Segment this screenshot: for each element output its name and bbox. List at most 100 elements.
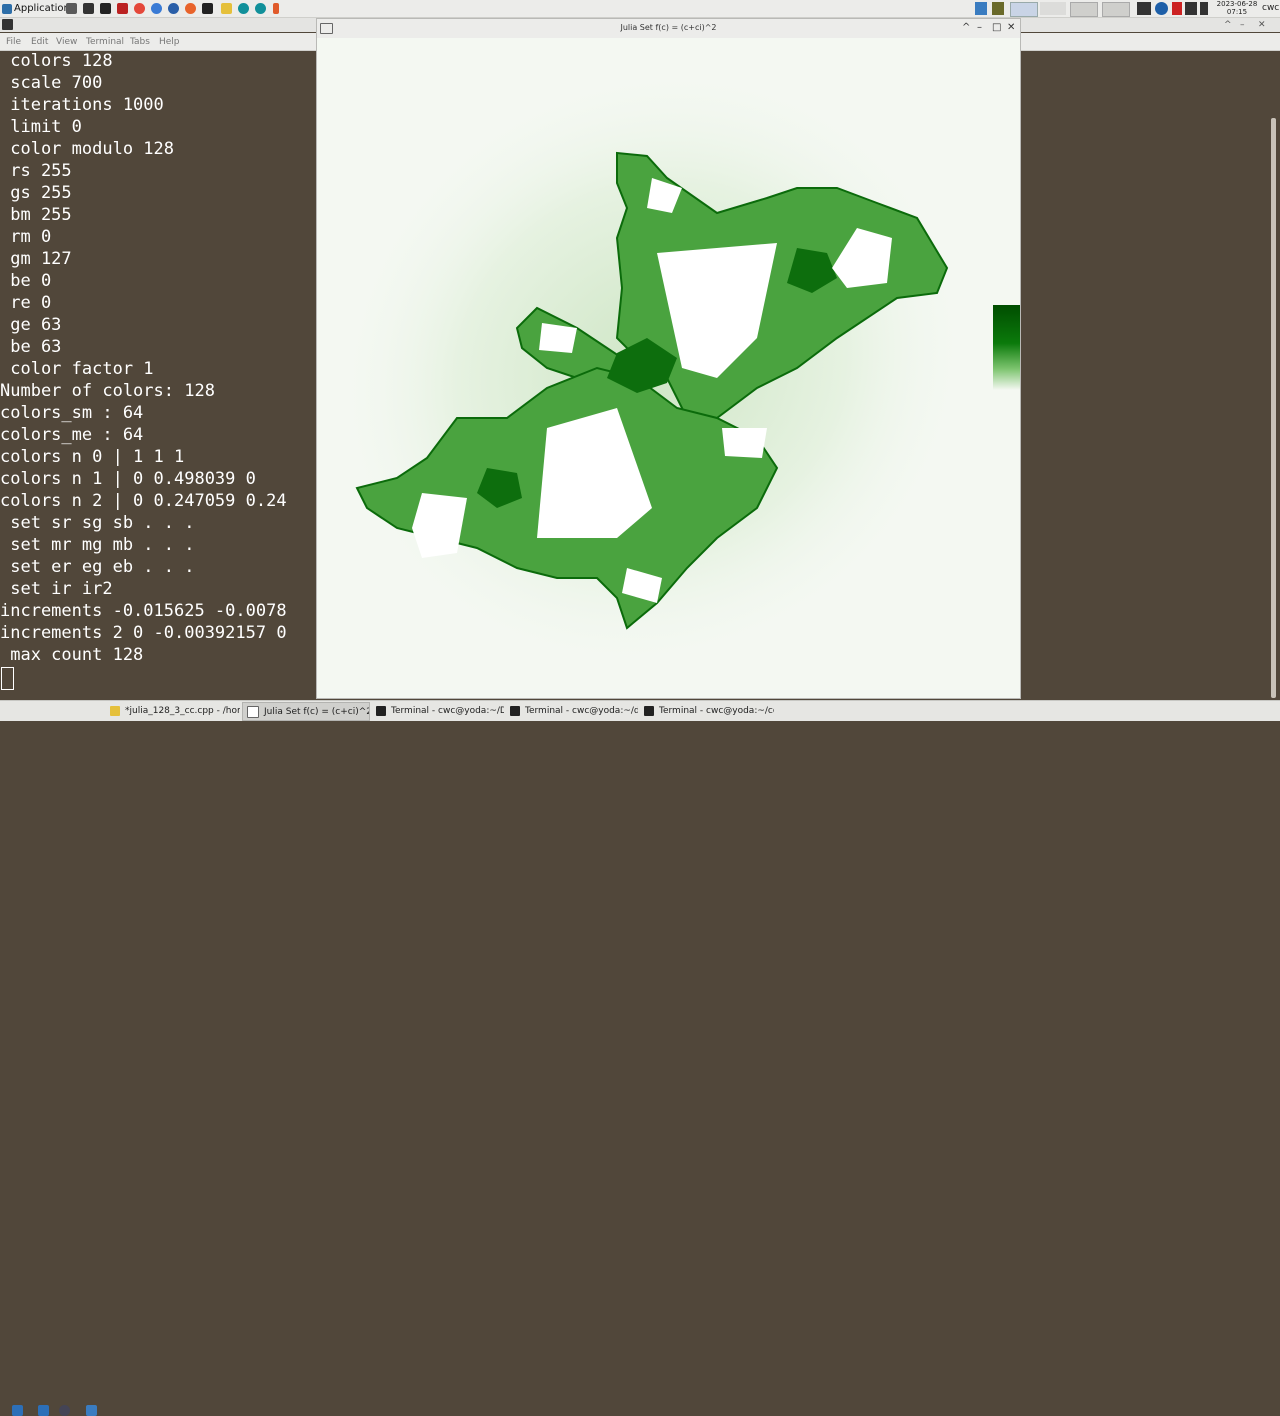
terminal-line: colors 128	[0, 51, 113, 71]
mail-icon[interactable]	[1137, 2, 1151, 15]
terminal-output[interactable]: colors 128 scale 700 iterations 1000 lim…	[0, 51, 316, 699]
taskbar-item-terminal-1[interactable]: Terminal - cwc@yoda:~/D...	[372, 702, 504, 719]
file-manager-icon[interactable]	[86, 1405, 97, 1416]
terminal-line: Number of colors: 128	[0, 381, 215, 401]
edit-icon[interactable]	[992, 2, 1004, 15]
inkscape-icon[interactable]	[100, 3, 111, 14]
terminal-line: colors n 0 | 1 1 1	[0, 447, 185, 467]
fractal-interior-mid-left	[539, 323, 577, 353]
terminal-line: limit 0	[0, 117, 82, 137]
user-name[interactable]: cwc	[1262, 3, 1279, 13]
maximize-icon[interactable]: □	[992, 22, 1001, 33]
notes-icon[interactable]	[221, 3, 232, 14]
terminal-line: gm 127	[0, 249, 72, 269]
terminal-line: scale 700	[0, 73, 103, 93]
settings-icon[interactable]	[83, 3, 94, 14]
arduino-icon[interactable]	[238, 3, 249, 14]
menu-view[interactable]: View	[56, 37, 77, 47]
terminal-line: gs 255	[0, 183, 72, 203]
minimize-icon[interactable]: –	[977, 22, 982, 33]
earth-icon[interactable]	[168, 3, 179, 14]
terminal-line: increments 2 0 -0.00392157 0	[0, 623, 287, 643]
battery-icon[interactable]	[1200, 2, 1208, 15]
fractal-interior-mid-right	[722, 428, 767, 458]
terminal-line: colors n 1 | 0 0.498039 0	[0, 469, 256, 489]
flame-icon[interactable]	[273, 3, 279, 14]
menu-file[interactable]: File	[6, 37, 21, 47]
xfce-logo-icon	[2, 3, 12, 14]
terminal-line: set mr mg mb . . .	[0, 535, 195, 555]
terminal-line: rm 0	[0, 227, 52, 247]
terminal-line: color factor 1	[0, 359, 154, 379]
terminal-window-icon[interactable]	[2, 19, 13, 30]
window-icon	[247, 705, 259, 718]
volume-icon[interactable]	[1185, 2, 1197, 15]
menu-edit[interactable]: Edit	[31, 37, 48, 47]
julia-set-window[interactable]: Julia Set f(c) = (c+ci)^2 ^ – □ ✕	[316, 18, 1021, 699]
terminal-line: rs 255	[0, 161, 72, 181]
close-icon[interactable]: ✕	[1007, 22, 1015, 33]
terminal-line: be 0	[0, 271, 52, 291]
terminal-line: iterations 1000	[0, 95, 164, 115]
terminal-output-right[interactable]	[1021, 51, 1280, 699]
monitor-icon[interactable]	[975, 2, 987, 15]
taskbar-item-label: *julia_128_3_cc.cpp - /hom...	[125, 705, 240, 716]
chromium-icon[interactable]	[151, 3, 162, 14]
julia-titlebar[interactable]: Julia Set f(c) = (c+ci)^2 ^ – □ ✕	[317, 19, 1020, 39]
terminal-line: colors_me : 64	[0, 425, 144, 445]
taskbar-item-terminal-3[interactable]: Terminal - cwc@yoda:~/cc...	[640, 702, 774, 719]
terminal-icon	[510, 705, 520, 716]
terminal-line: colors n 2 | 0 0.247059 0.24	[0, 491, 287, 511]
terminal-line: set er eg eb . . .	[0, 557, 195, 577]
taskbar-item-label: Julia Set f(c) = (c+ci)^2	[264, 706, 370, 717]
terminal-line: bm 255	[0, 205, 72, 225]
minimize-icon[interactable]: ^	[1224, 20, 1232, 30]
files-icon[interactable]	[1010, 2, 1038, 17]
taskbar-item-label: Terminal - cwc@yoda:~/de...	[525, 705, 638, 716]
search-icon[interactable]	[59, 1405, 70, 1416]
folder-icon[interactable]	[66, 3, 77, 14]
julia-window-title: Julia Set f(c) = (c+ci)^2	[620, 23, 717, 32]
taskbar-item-julia[interactable]: Julia Set f(c) = (c+ci)^2	[242, 702, 370, 721]
menu-help[interactable]: Help	[159, 37, 180, 47]
clock-time: 07:15	[1226, 8, 1248, 16]
taskbar-item-label: Terminal - cwc@yoda:~/cc...	[659, 705, 774, 716]
terminal-scrollbar[interactable]	[1271, 118, 1276, 698]
filezilla-icon[interactable]	[117, 3, 128, 14]
hp-icon[interactable]	[1155, 2, 1168, 15]
top-panel: Applications 2023-06-28 07:15 cwc	[0, 0, 1280, 18]
terminal-icon	[376, 705, 386, 716]
terminal-line: color modulo 128	[0, 139, 174, 159]
microphone-icon[interactable]	[1172, 2, 1182, 15]
terminal-line: ge 63	[0, 315, 62, 335]
julia-fractal-canvas[interactable]	[317, 38, 1020, 698]
clock[interactable]: 2023-06-28 07:15	[1216, 0, 1258, 16]
menu-tabs[interactable]: Tabs	[130, 37, 150, 47]
workspace-icon[interactable]	[1040, 2, 1066, 15]
show-desktop-icon[interactable]	[12, 1405, 23, 1416]
terminal-line: max count 128	[0, 645, 144, 665]
close-icon[interactable]: ✕	[1258, 20, 1266, 30]
taskbar-item-terminal-2[interactable]: Terminal - cwc@yoda:~/de...	[506, 702, 638, 719]
applications-menu[interactable]: Applications	[2, 1, 75, 16]
chrome-icon[interactable]	[134, 3, 145, 14]
menu-terminal[interactable]: Terminal	[86, 37, 124, 47]
clock-date: 2023-06-28	[1216, 0, 1258, 8]
terminal-cursor	[1, 667, 14, 690]
color-scale-bar	[993, 305, 1020, 390]
firefox-icon[interactable]	[185, 3, 196, 14]
taskbar: *julia_128_3_cc.cpp - /hom... Julia Set …	[0, 700, 1280, 1416]
minimize-button[interactable]: –	[1240, 20, 1245, 30]
terminal-line: colors_sm : 64	[0, 403, 144, 423]
taskbar-item-editor[interactable]: *julia_128_3_cc.cpp - /hom...	[106, 702, 240, 719]
terminal-line: re 0	[0, 293, 52, 313]
app-grid-icon[interactable]	[38, 1405, 49, 1416]
terminal-icon	[644, 705, 654, 716]
arduino-icon-2[interactable]	[255, 3, 266, 14]
terminal-tray-icon[interactable]	[1070, 2, 1098, 17]
terminal-icon[interactable]	[202, 3, 213, 14]
editor-icon	[110, 705, 120, 716]
terminal-line: be 63	[0, 337, 62, 357]
window-icon[interactable]	[1102, 2, 1130, 17]
shade-icon[interactable]: ^	[962, 22, 970, 33]
